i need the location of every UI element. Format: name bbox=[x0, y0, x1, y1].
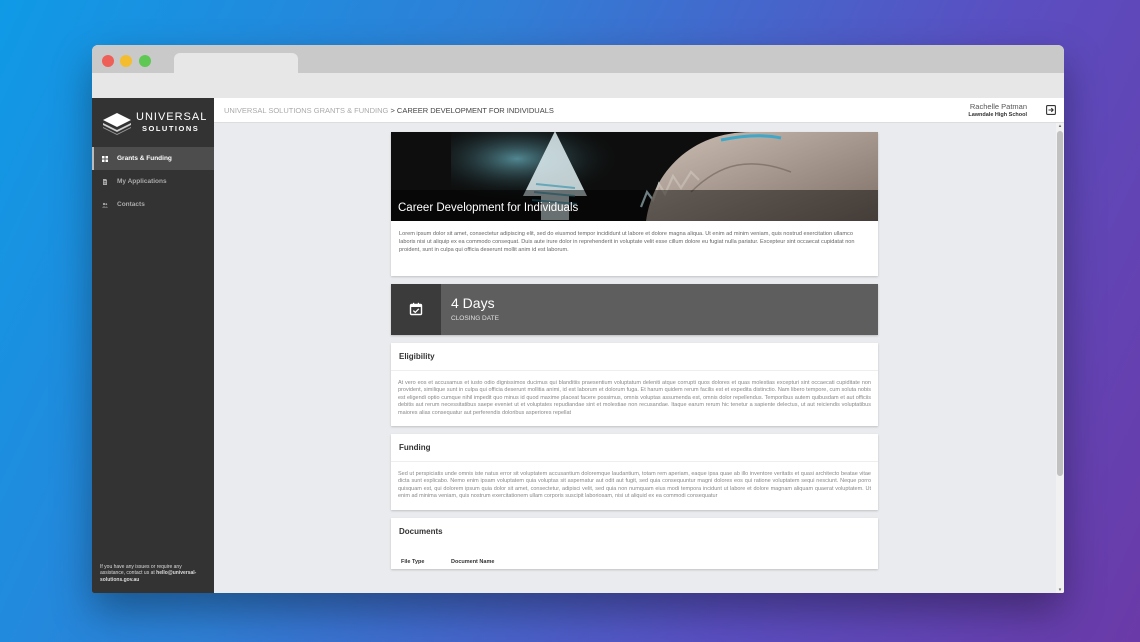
closing-date-label: CLOSING DATE bbox=[451, 315, 499, 322]
logout-icon[interactable] bbox=[1046, 105, 1056, 115]
minimize-window-button[interactable] bbox=[120, 55, 132, 67]
column-header-file-type: File Type bbox=[401, 558, 425, 565]
grant-title: Career Development for Individuals bbox=[398, 202, 579, 214]
scroll-down-icon[interactable]: ▾ bbox=[1057, 587, 1063, 593]
eligibility-card: Eligibility At vero eos et accusamus et … bbox=[391, 343, 878, 427]
scrollbar[interactable]: ▴ ▾ bbox=[1056, 123, 1064, 593]
close-window-button[interactable] bbox=[102, 55, 114, 67]
eligibility-heading: Eligibility bbox=[391, 343, 878, 371]
logo-line1: UNIVERSAL bbox=[136, 111, 208, 123]
documents-table-header: File Type Document Name bbox=[391, 545, 878, 569]
funding-text: Sed ut perspiciatis unde omnis iste natu… bbox=[398, 471, 871, 500]
grant-description: Lorem ipsum dolor sit amet, consectetur … bbox=[399, 231, 855, 253]
sidebar-item-label: Grants & Funding bbox=[117, 155, 172, 162]
sidebar-item-grants-funding[interactable]: Grants & Funding bbox=[92, 147, 214, 170]
scroll-thumb[interactable] bbox=[1057, 131, 1063, 476]
sidebar-item-my-applications[interactable]: My Applications bbox=[92, 170, 214, 193]
grant-detail: Career Development for Individuals Lorem… bbox=[391, 132, 878, 577]
calendar-icon-box bbox=[391, 284, 441, 335]
funding-heading: Funding bbox=[391, 434, 878, 463]
user-school: Lawndale High School bbox=[968, 112, 1027, 118]
main-area: UNIVERSAL SOLUTIONS GRANTS & FUNDING > C… bbox=[214, 98, 1064, 593]
funding-card: Funding Sed ut perspiciatis unde omnis i… bbox=[391, 434, 878, 510]
logo-mark-icon bbox=[103, 113, 131, 135]
document-icon bbox=[103, 178, 107, 185]
user-info: Rachelle Patman Lawndale High School bbox=[968, 102, 1027, 118]
grant-overview-card: Career Development for Individuals Lorem… bbox=[391, 132, 878, 276]
sidebar-item-label: Contacts bbox=[117, 201, 145, 208]
breadcrumb: UNIVERSAL SOLUTIONS GRANTS & FUNDING > C… bbox=[224, 106, 554, 115]
top-bar: UNIVERSAL SOLUTIONS GRANTS & FUNDING > C… bbox=[214, 98, 1064, 123]
hero-image: Career Development for Individuals bbox=[391, 132, 878, 221]
days-remaining: 4 Days bbox=[451, 295, 495, 311]
eligibility-text: At vero eos et accusamus et iusto odio d… bbox=[398, 380, 871, 416]
logo[interactable]: UNIVERSAL SOLUTIONS bbox=[102, 110, 206, 136]
grid-icon bbox=[102, 155, 108, 162]
people-icon bbox=[102, 202, 108, 207]
sidebar-item-contacts[interactable]: Contacts bbox=[92, 193, 214, 216]
sidebar-item-label: My Applications bbox=[117, 178, 167, 185]
browser-tab[interactable] bbox=[174, 53, 298, 75]
scroll-up-icon[interactable]: ▴ bbox=[1057, 123, 1063, 129]
browser-chrome bbox=[92, 45, 1064, 98]
documents-card: Documents File Type Document Name bbox=[391, 517, 878, 569]
browser-window: UNIVERSAL SOLUTIONS Grants & Funding My … bbox=[92, 45, 1064, 593]
calendar-check-icon bbox=[409, 302, 423, 316]
breadcrumb-parent-link[interactable]: UNIVERSAL SOLUTIONS GRANTS & FUNDING bbox=[224, 106, 388, 115]
user-name: Rachelle Patman bbox=[969, 102, 1027, 111]
sidebar-help-text: If you have any issues or require any as… bbox=[100, 564, 208, 584]
documents-heading: Documents bbox=[399, 526, 443, 536]
closing-date-card: 4 Days CLOSING DATE bbox=[391, 284, 878, 335]
sidebar: UNIVERSAL SOLUTIONS Grants & Funding My … bbox=[92, 98, 214, 593]
sidebar-nav: Grants & Funding My Applications Contact… bbox=[92, 147, 214, 216]
maximize-window-button[interactable] bbox=[139, 55, 151, 67]
breadcrumb-current: CAREER DEVELOPMENT FOR INDIVIDUALS bbox=[396, 106, 554, 115]
logo-line2: SOLUTIONS bbox=[142, 124, 200, 133]
breadcrumb-separator: > bbox=[390, 106, 395, 115]
column-header-document-name: Document Name bbox=[451, 558, 495, 565]
browser-toolbar bbox=[92, 73, 1064, 98]
